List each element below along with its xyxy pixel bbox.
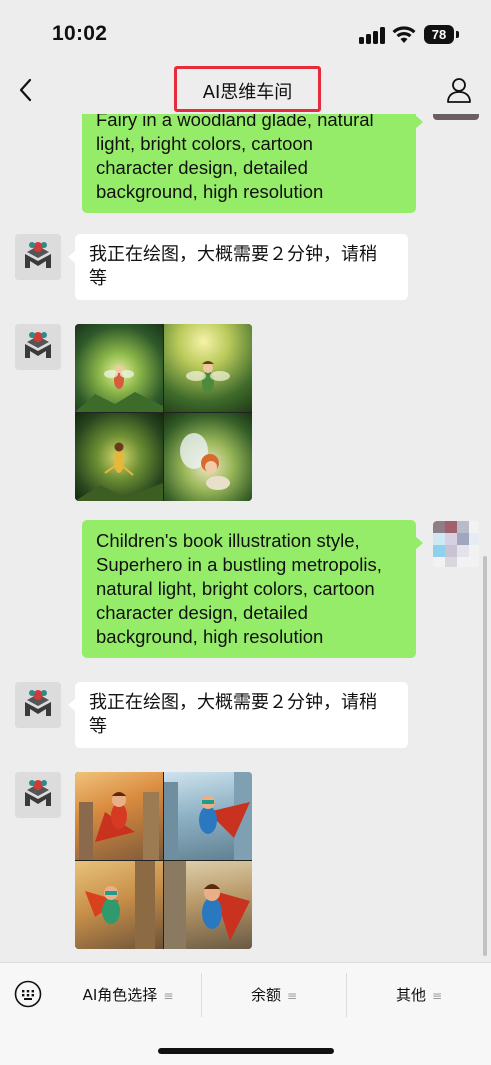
bot-avatar[interactable] xyxy=(15,772,61,818)
fairy-image-grid[interactable] xyxy=(75,324,252,501)
home-indicator[interactable] xyxy=(158,1048,334,1054)
message-line: light, bright colors, cartoon xyxy=(96,133,313,154)
message-line: 我正在绘图，大概需要２分钟，请稍 xyxy=(89,244,377,265)
superhero-image-grid[interactable] xyxy=(75,772,252,949)
bot-avatar[interactable] xyxy=(15,234,61,280)
person-icon[interactable] xyxy=(444,75,474,105)
signal-icon xyxy=(359,27,385,44)
menu-ai-role-label: AI角色选择 xyxy=(82,986,158,1004)
fairy-image-2 xyxy=(164,324,252,412)
nav-bar: AI思维车间 xyxy=(0,66,491,114)
menu-other[interactable]: 其他 ≡ xyxy=(347,963,491,1027)
status-bar: 10:02 78 xyxy=(0,0,491,66)
menu-balance[interactable]: 余额 ≡ xyxy=(202,963,346,1027)
bot-logo-icon xyxy=(15,234,61,280)
bot-avatar[interactable] xyxy=(15,324,61,370)
menu-icon: ≡ xyxy=(431,989,443,1003)
bot-logo-icon xyxy=(15,772,61,818)
battery-icon: 78 xyxy=(424,25,454,44)
user-avatar-image xyxy=(433,521,479,567)
bot-logo-icon xyxy=(15,682,61,728)
menu-other-label: 其他 xyxy=(395,986,426,1004)
scrollbar[interactable] xyxy=(483,556,487,956)
menu-icon: ≡ xyxy=(163,989,174,1003)
message-line: 我正在绘图，大概需要２分钟，请稍 xyxy=(89,692,377,713)
superhero-image-2 xyxy=(164,772,252,860)
bot-message[interactable]: 我正在绘图，大概需要２分钟，请稍 等 xyxy=(68,682,408,748)
superhero-image-3 xyxy=(75,861,163,949)
chat-area[interactable]: Fairy in a woodland glade, natural light… xyxy=(0,114,491,962)
menu-icon: ≡ xyxy=(286,989,298,1003)
battery-cap xyxy=(456,31,459,38)
menu-ai-role[interactable]: AI角色选择 ≡ xyxy=(56,963,200,1027)
fairy-image-3 xyxy=(75,413,163,501)
fairy-image-4 xyxy=(164,413,252,501)
message-line: natural light, bright colors, cartoon xyxy=(96,578,375,599)
message-line: Fairy in a woodland glade, natural xyxy=(96,114,374,130)
user-message[interactable]: Children's book illustration style, Supe… xyxy=(82,520,423,658)
chevron-left-icon[interactable] xyxy=(14,76,40,104)
user-message[interactable]: Fairy in a woodland glade, natural light… xyxy=(82,114,423,213)
title-highlight-box: AI思维车间 xyxy=(174,66,321,112)
user-avatar[interactable] xyxy=(433,521,479,567)
superhero-image-4 xyxy=(164,861,252,949)
message-line: character design, detailed xyxy=(96,602,308,623)
bot-avatar[interactable] xyxy=(15,682,61,728)
message-line: Children's book illustration style, xyxy=(96,530,360,551)
message-line: 等 xyxy=(89,268,107,289)
message-line: Superhero in a bustling metropolis, xyxy=(96,554,382,575)
message-line: character design, detailed xyxy=(96,157,308,178)
status-time: 10:02 xyxy=(52,22,108,45)
page-title: AI思维车间 xyxy=(202,82,293,103)
message-line: 等 xyxy=(89,716,107,737)
bot-logo-icon xyxy=(15,324,61,370)
user-avatar[interactable] xyxy=(433,114,479,120)
message-line: background, high resolution xyxy=(96,626,324,647)
fairy-image-1 xyxy=(75,324,163,412)
bot-message[interactable]: 我正在绘图，大概需要２分钟，请稍 等 xyxy=(68,234,408,300)
wifi-icon xyxy=(392,26,416,43)
superhero-image-1 xyxy=(75,772,163,860)
message-line: background, high resolution xyxy=(96,181,324,202)
menu-balance-label: 余额 xyxy=(250,986,281,1004)
keyboard-icon[interactable] xyxy=(14,980,42,1008)
bottom-menu: AI角色选择 ≡ 余额 ≡ 其他 ≡ xyxy=(0,962,491,1065)
